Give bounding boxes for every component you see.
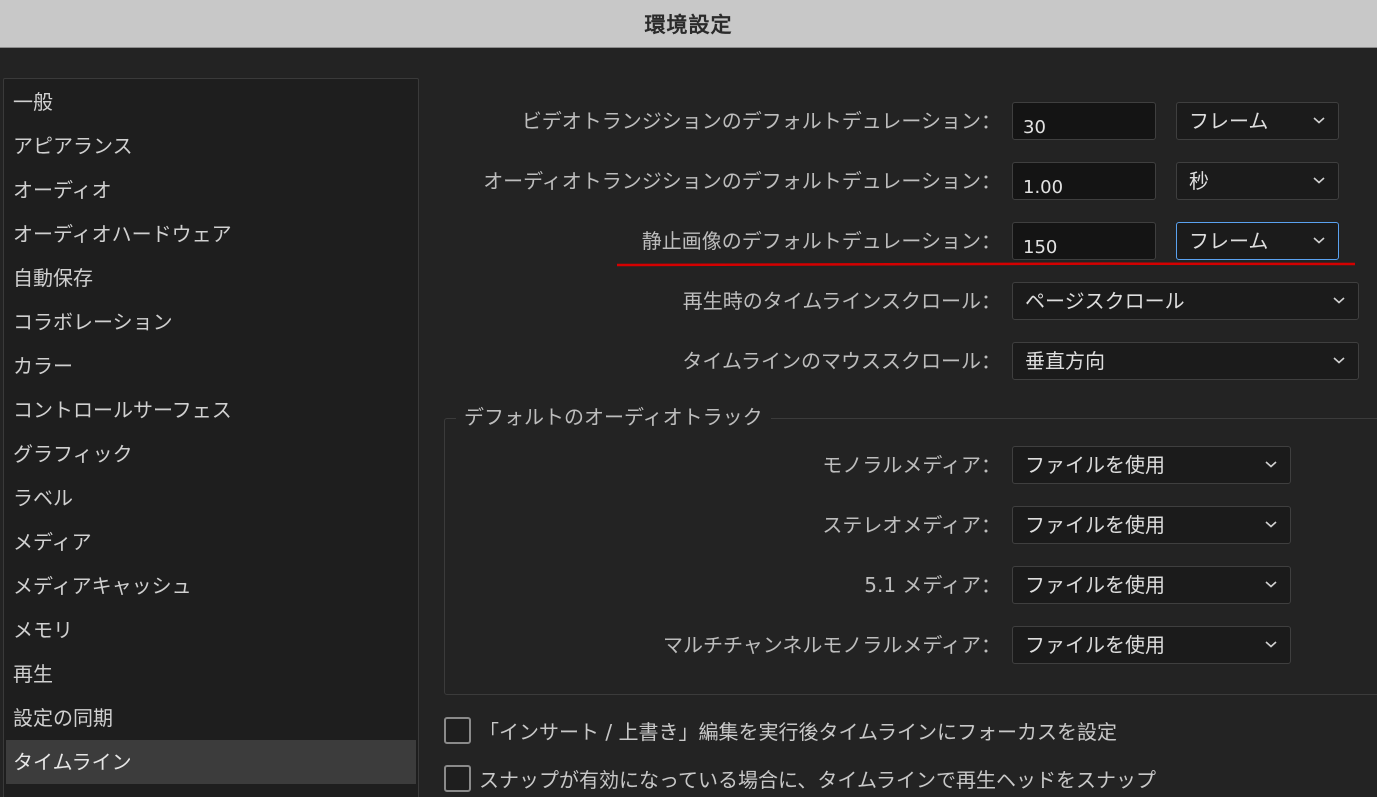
sidebar-item-media-cache[interactable]: メディアキャッシュ [4,564,418,608]
mono-media-dropdown[interactable]: ファイルを使用 [1012,446,1291,484]
video-transition-unit-value: フレーム [1189,109,1269,133]
insert-overwrite-focus-option[interactable]: 「インサート / 上書き」編集を実行後タイムラインにフォーカスを設定 [444,716,1117,745]
mono-media-label: モノラルメディア： [822,453,1001,477]
audio-transition-duration-field[interactable]: 1.00 [1012,162,1156,200]
playback-scroll-dropdown[interactable]: ページスクロール [1012,282,1359,320]
video-transition-duration-field[interactable]: 30 [1012,102,1156,140]
playback-scroll-label: 再生時のタイムラインスクロール： [682,289,1001,313]
mouse-scroll-label: タイムラインのマウススクロール： [682,349,1001,373]
sidebar-item-collaboration[interactable]: コラボレーション [4,300,418,344]
sidebar-item-color[interactable]: カラー [4,344,418,388]
stereo-media-dropdown[interactable]: ファイルを使用 [1012,506,1291,544]
snap-playhead-option[interactable]: スナップが有効になっている場合に、タイムラインで再生ヘッドをスナップ [444,764,1156,793]
multichannel-mono-dropdown[interactable]: ファイルを使用 [1012,626,1291,664]
sidebar-item-auto-save[interactable]: 自動保存 [4,256,418,300]
sidebar-item-control-surface[interactable]: コントロールサーフェス [4,388,418,432]
chevron-down-icon [1333,357,1345,364]
playback-scroll-value: ページスクロール [1025,289,1185,313]
mouse-scroll-dropdown[interactable]: 垂直方向 [1012,342,1359,380]
audio-transition-unit-dropdown[interactable]: 秒 [1176,162,1339,200]
sidebar-item-media[interactable]: メディア [4,520,418,564]
audio-tracks-group-title: デフォルトのオーディオトラック [456,402,771,432]
sidebar-item-audio-hardware[interactable]: オーディオハードウェア [4,212,418,256]
still-image-unit-dropdown[interactable]: フレーム [1176,222,1339,260]
stereo-media-label: ステレオメディア： [822,513,1001,537]
chevron-down-icon [1265,461,1277,468]
chevron-down-icon [1313,177,1325,184]
sidebar-item-graphics[interactable]: グラフィック [4,432,418,476]
audio-transition-label: オーディオトランジションのデフォルトデュレーション： [483,169,1001,193]
still-image-duration-label: 静止画像のデフォルトデュレーション： [641,229,1001,253]
sidebar-item-appearance[interactable]: アピアランス [4,124,418,168]
video-transition-unit-dropdown[interactable]: フレーム [1176,102,1339,140]
chevron-down-icon [1265,641,1277,648]
multichannel-mono-label: マルチチャンネルモノラルメディア： [663,633,1001,657]
still-image-duration-field[interactable]: 150 [1012,222,1156,260]
sidebar-item-labels[interactable]: ラベル [4,476,418,520]
preferences-sidebar: 一般 アピアランス オーディオ オーディオハードウェア 自動保存 コラボレーショ… [3,78,419,797]
sidebar-item-timeline[interactable]: タイムライン [6,740,416,784]
chevron-down-icon [1313,117,1325,124]
sidebar-item-audio[interactable]: オーディオ [4,168,418,212]
chevron-down-icon [1265,521,1277,528]
chevron-down-icon [1265,581,1277,588]
window-titlebar: 環境設定 [0,0,1377,48]
snap-playhead-checkbox[interactable] [444,765,471,792]
still-image-unit-value: フレーム [1189,229,1269,253]
sidebar-item-general[interactable]: 一般 [4,80,418,124]
multichannel-mono-value: ファイルを使用 [1025,633,1165,657]
stereo-media-value: ファイルを使用 [1025,513,1165,537]
mono-media-value: ファイルを使用 [1025,453,1165,477]
chevron-down-icon [1313,237,1325,244]
chevron-down-icon [1333,297,1345,304]
insert-overwrite-focus-label: 「インサート / 上書き」編集を実行後タイムラインにフォーカスを設定 [479,720,1118,744]
surround-media-dropdown[interactable]: ファイルを使用 [1012,566,1291,604]
sidebar-item-memory[interactable]: メモリ [4,608,418,652]
surround-media-value: ファイルを使用 [1025,573,1165,597]
surround-media-label: 5.1 メディア： [864,573,1001,597]
snap-playhead-label: スナップが有効になっている場合に、タイムラインで再生ヘッドをスナップ [479,768,1156,792]
sidebar-item-playback[interactable]: 再生 [4,652,418,696]
sidebar-item-sync-settings[interactable]: 設定の同期 [4,696,418,740]
mouse-scroll-value: 垂直方向 [1025,349,1105,373]
window-title: 環境設定 [644,12,733,37]
insert-overwrite-focus-checkbox[interactable] [444,717,471,744]
audio-transition-unit-value: 秒 [1189,169,1209,193]
highlight-underline [616,262,1356,267]
video-transition-label: ビデオトランジションのデフォルトデュレーション： [521,109,1001,133]
